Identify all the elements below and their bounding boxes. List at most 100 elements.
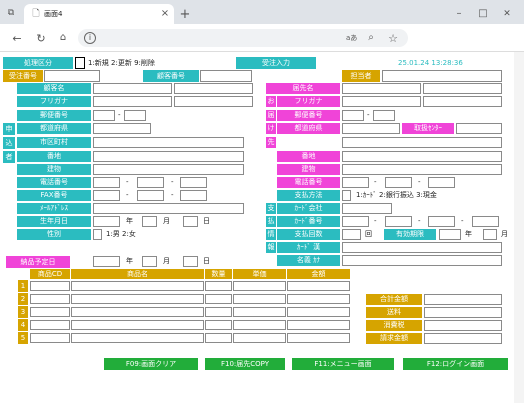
dlv-kana-input-2[interactable] bbox=[423, 96, 502, 107]
delivery-month[interactable] bbox=[142, 256, 157, 267]
card-no-input-2[interactable] bbox=[385, 216, 412, 227]
zoom-icon[interactable]: ⌕ bbox=[364, 31, 378, 45]
delivery-year[interactable] bbox=[93, 256, 120, 267]
name-input[interactable] bbox=[71, 281, 204, 291]
f09-button[interactable]: F09:画面クリア bbox=[104, 358, 198, 370]
price-input[interactable] bbox=[233, 320, 286, 330]
code-input[interactable] bbox=[30, 320, 70, 330]
home-icon[interactable]: ⌂ bbox=[56, 31, 70, 45]
name-input[interactable] bbox=[71, 294, 204, 304]
code-input[interactable] bbox=[30, 333, 70, 343]
new-tab-icon[interactable]: + bbox=[178, 7, 192, 21]
amount-input[interactable] bbox=[287, 281, 350, 291]
cust-fax-input-2[interactable] bbox=[137, 190, 164, 201]
dlv-zip-input-1[interactable] bbox=[342, 110, 364, 121]
tab-actions-icon[interactable]: ⧉ bbox=[4, 6, 18, 20]
price-input[interactable] bbox=[233, 294, 286, 304]
cust-birth-day[interactable] bbox=[183, 216, 198, 227]
code-input[interactable] bbox=[30, 294, 70, 304]
info-icon[interactable]: i bbox=[84, 32, 96, 44]
expiry-year[interactable] bbox=[439, 229, 461, 240]
dlv-tel-input-1[interactable] bbox=[342, 177, 369, 188]
cust-pref-input[interactable] bbox=[93, 123, 151, 134]
dlv-center-input[interactable] bbox=[456, 123, 502, 134]
seikyu-input[interactable] bbox=[424, 333, 502, 344]
cust-sex-input[interactable] bbox=[93, 229, 102, 240]
pay-method-input[interactable] bbox=[342, 190, 351, 201]
price-input[interactable] bbox=[233, 333, 286, 343]
qty-input[interactable] bbox=[205, 294, 232, 304]
cust-name-input-2[interactable] bbox=[174, 83, 253, 94]
amount-input[interactable] bbox=[287, 307, 350, 317]
cust-tel-input-1[interactable] bbox=[93, 177, 120, 188]
cust-mail-input[interactable] bbox=[93, 203, 244, 214]
cust-fax-input-1[interactable] bbox=[93, 190, 120, 201]
cust-kana-input-1[interactable] bbox=[93, 96, 172, 107]
f10-button[interactable]: F10:届先COPY bbox=[205, 358, 285, 370]
qty-input[interactable] bbox=[205, 320, 232, 330]
cust-birth-year[interactable] bbox=[93, 216, 120, 227]
reload-icon[interactable]: ↻ bbox=[34, 31, 48, 45]
minimize-icon[interactable]: – bbox=[452, 7, 466, 21]
cust-birth-month[interactable] bbox=[142, 216, 157, 227]
price-input[interactable] bbox=[233, 281, 286, 291]
f11-button[interactable]: F11:メニュー画面 bbox=[292, 358, 394, 370]
card-no-input-4[interactable] bbox=[472, 216, 499, 227]
qty-input[interactable] bbox=[205, 307, 232, 317]
price-input[interactable] bbox=[233, 307, 286, 317]
dlv-zip-input-2[interactable] bbox=[373, 110, 395, 121]
amount-input[interactable] bbox=[287, 294, 350, 304]
juchu-no-input[interactable] bbox=[44, 70, 100, 82]
dlv-street-input[interactable] bbox=[342, 151, 502, 162]
card-no-input-3[interactable] bbox=[428, 216, 455, 227]
read-aloud-icon[interactable]: aあ bbox=[346, 35, 357, 42]
dlv-pref-input[interactable] bbox=[342, 123, 400, 134]
cust-name-input-1[interactable] bbox=[93, 83, 172, 94]
dlv-kana-input-1[interactable] bbox=[342, 96, 421, 107]
qty-input[interactable] bbox=[205, 333, 232, 343]
maximize-icon[interactable]: □ bbox=[476, 7, 490, 21]
amount-input[interactable] bbox=[287, 333, 350, 343]
dlv-bldg-input[interactable] bbox=[342, 164, 502, 175]
tantou-input[interactable] bbox=[382, 70, 502, 82]
dlv-name-input-1[interactable] bbox=[342, 83, 421, 94]
close-icon[interactable]: ✕ bbox=[500, 7, 514, 21]
favorite-icon[interactable]: ☆ bbox=[386, 31, 400, 45]
amount-input[interactable] bbox=[287, 320, 350, 330]
expiry-month[interactable] bbox=[483, 229, 497, 240]
cust-fax-input-3[interactable] bbox=[180, 190, 207, 201]
card-no-input-1[interactable] bbox=[342, 216, 369, 227]
kokyaku-no-input[interactable] bbox=[200, 70, 252, 82]
qty-input[interactable] bbox=[205, 281, 232, 291]
meigi-input[interactable] bbox=[342, 255, 502, 266]
dlv-tel-input-3[interactable] bbox=[428, 177, 455, 188]
kbn-input[interactable] bbox=[75, 57, 85, 69]
pay-count-input[interactable] bbox=[342, 229, 361, 240]
code-input[interactable] bbox=[30, 281, 70, 291]
shouhizei-input[interactable] bbox=[424, 320, 502, 331]
cust-zip-input-2[interactable] bbox=[124, 110, 146, 121]
name-input[interactable] bbox=[71, 333, 204, 343]
address-bar[interactable] bbox=[78, 29, 408, 47]
card-name-input[interactable] bbox=[342, 242, 502, 253]
cust-street-input[interactable] bbox=[93, 151, 244, 162]
cust-tel-input-2[interactable] bbox=[137, 177, 164, 188]
dlv-city-input[interactable] bbox=[342, 137, 502, 148]
cust-tel-input-3[interactable] bbox=[180, 177, 207, 188]
back-icon[interactable]: ← bbox=[10, 31, 24, 45]
card-co-input[interactable] bbox=[342, 203, 392, 214]
cust-bldg-input[interactable] bbox=[93, 164, 244, 175]
cust-kana-input-2[interactable] bbox=[174, 96, 253, 107]
delivery-day[interactable] bbox=[183, 256, 198, 267]
name-input[interactable] bbox=[71, 307, 204, 317]
code-input[interactable] bbox=[30, 307, 70, 317]
cust-zip-input-1[interactable] bbox=[93, 110, 115, 121]
goukei-input[interactable] bbox=[424, 294, 502, 305]
dlv-tel-input-2[interactable] bbox=[385, 177, 412, 188]
dlv-name-input-2[interactable] bbox=[423, 83, 502, 94]
side-scrollbar[interactable] bbox=[514, 52, 524, 403]
f12-button[interactable]: F12:ログイン画面 bbox=[403, 358, 508, 370]
name-input[interactable] bbox=[71, 320, 204, 330]
tab-close-icon[interactable]: × bbox=[159, 8, 171, 20]
cust-city-input[interactable] bbox=[93, 137, 244, 148]
